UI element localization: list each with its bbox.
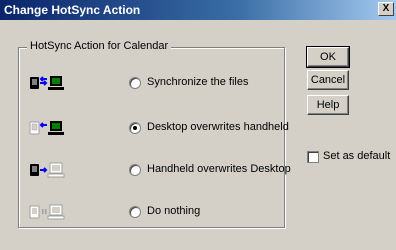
radio-desktop-overwrites-handheld[interactable] <box>129 122 141 134</box>
dialog-window: Change HotSync Action X HotSync Action f… <box>0 0 396 250</box>
radio-handheld-overwrites-desktop[interactable] <box>129 164 141 176</box>
close-icon: X <box>382 3 390 14</box>
help-button[interactable]: Help <box>307 95 349 115</box>
option-synchronize[interactable]: Synchronize the files <box>29 74 284 92</box>
desktop-to-handheld-icon <box>29 119 69 137</box>
option-desktop-overwrites-handheld[interactable]: Desktop overwrites handheld <box>29 119 289 137</box>
option-label: Synchronize the files <box>147 76 249 88</box>
ok-button[interactable]: OK <box>306 46 350 68</box>
hotsync-action-group: HotSync Action for Calendar Synchronize … <box>18 40 291 228</box>
title-bar[interactable]: Change HotSync Action X <box>0 0 396 20</box>
option-do-nothing[interactable]: Do nothing <box>29 203 284 221</box>
do-nothing-icon <box>29 203 69 221</box>
group-label: HotSync Action for Calendar <box>27 40 172 52</box>
radio-synchronize[interactable] <box>129 77 141 89</box>
radio-do-nothing[interactable] <box>129 206 141 218</box>
option-label: Handheld overwrites Desktop <box>147 163 291 175</box>
set-as-default-option[interactable]: Set as default <box>307 150 392 164</box>
option-label: Desktop overwrites handheld <box>147 121 289 133</box>
dialog-title: Change HotSync Action <box>4 3 141 17</box>
cancel-button[interactable]: Cancel <box>307 70 349 90</box>
sync-both-icon <box>29 74 69 92</box>
set-as-default-label: Set as default <box>323 150 391 162</box>
handheld-to-desktop-icon <box>29 161 69 179</box>
set-as-default-checkbox[interactable] <box>307 151 319 163</box>
option-handheld-overwrites-desktop[interactable]: Handheld overwrites Desktop <box>29 161 291 179</box>
option-label: Do nothing <box>147 205 201 217</box>
close-button[interactable]: X <box>378 2 394 16</box>
